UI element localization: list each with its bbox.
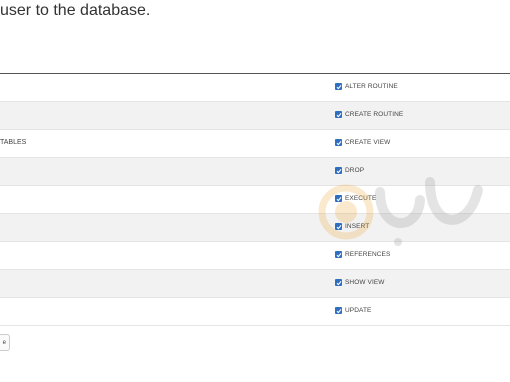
table-row: TABLES CREATE VIEW	[0, 130, 510, 158]
privileges-page: user to the database. ALTER ROUTINE CREA…	[0, 0, 510, 382]
left-privilege-label: TABLES	[0, 139, 27, 146]
checkbox-checked-icon[interactable]	[335, 251, 342, 258]
privilege-update[interactable]: UPDATE	[335, 307, 371, 314]
checkbox-checked-icon[interactable]	[335, 111, 342, 118]
checkbox-checked-icon[interactable]	[335, 195, 342, 202]
table-row: CREATE ROUTINE	[0, 102, 510, 130]
checkbox-checked-icon[interactable]	[335, 139, 342, 146]
privilege-insert[interactable]: INSERT	[335, 223, 369, 230]
privileges-table: ALTER ROUTINE CREATE ROUTINE TABLES CREA…	[0, 74, 510, 326]
privilege-references[interactable]: REFERENCES	[335, 251, 390, 258]
privilege-label: ALTER ROUTINE	[345, 83, 398, 90]
privilege-label: DROP	[345, 167, 365, 174]
page-heading: user to the database.	[0, 2, 151, 19]
privilege-drop[interactable]: DROP	[335, 167, 364, 174]
checkbox-checked-icon[interactable]	[335, 279, 342, 286]
privilege-label: INSERT	[345, 223, 370, 230]
table-row: EXECUTE	[0, 186, 510, 214]
table-row: UPDATE	[0, 298, 510, 326]
checkbox-checked-icon[interactable]	[335, 83, 342, 90]
privilege-label: SHOW VIEW	[345, 279, 385, 286]
table-row: DROP	[0, 158, 510, 186]
table-row: REFERENCES	[0, 242, 510, 270]
table-row: ALTER ROUTINE	[0, 74, 510, 102]
privilege-execute[interactable]: EXECUTE	[335, 195, 376, 202]
checkbox-checked-icon[interactable]	[335, 167, 342, 174]
privilege-show-view[interactable]: SHOW VIEW	[335, 279, 385, 286]
table-row: SHOW VIEW	[0, 270, 510, 298]
privilege-create-routine[interactable]: CREATE ROUTINE	[335, 111, 403, 118]
privilege-label: UPDATE	[345, 307, 372, 314]
table-row: INSERT	[0, 214, 510, 242]
make-changes-button[interactable]: e	[0, 334, 10, 351]
privilege-label: CREATE VIEW	[345, 139, 391, 146]
privilege-create-view[interactable]: CREATE VIEW	[335, 139, 390, 146]
privilege-alter-routine[interactable]: ALTER ROUTINE	[335, 83, 398, 90]
privilege-label: EXECUTE	[345, 195, 377, 202]
checkbox-checked-icon[interactable]	[335, 307, 342, 314]
checkbox-checked-icon[interactable]	[335, 223, 342, 230]
privilege-label: REFERENCES	[345, 251, 391, 258]
privilege-label: CREATE ROUTINE	[345, 111, 404, 118]
